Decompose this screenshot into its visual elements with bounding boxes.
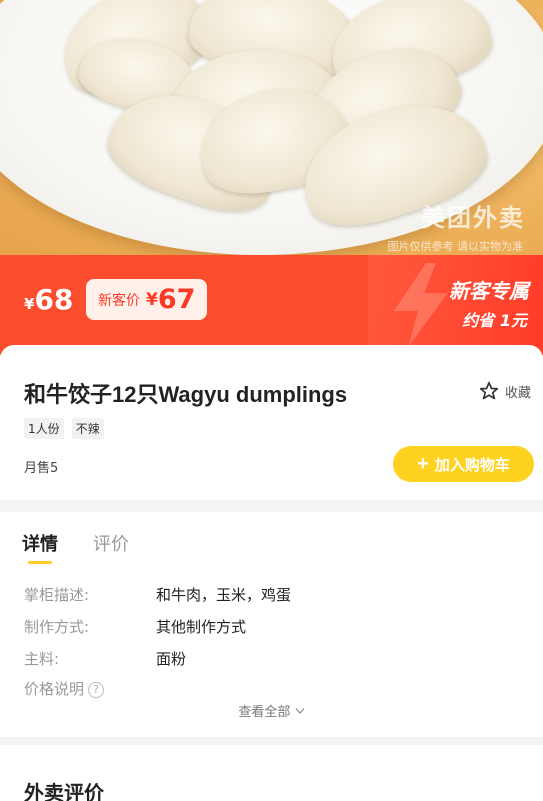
details-section: 详情 评价 掌柜描述: 和牛肉，玉米，鸡蛋 制作方式: 其他制作方式 主料: 面… xyxy=(0,512,543,737)
detail-key: 掌柜描述: xyxy=(24,586,90,604)
favorite-label: 收藏 xyxy=(504,385,531,401)
tab-details[interactable]: 详情 xyxy=(22,530,58,556)
detail-value: 其他制作方式 xyxy=(156,618,247,636)
meituan-watermark: 美团外卖 xyxy=(421,204,525,232)
detail-key: 价格说明? xyxy=(24,678,105,699)
monthly-sales: 月售5 xyxy=(24,461,59,476)
detail-row-description: 掌柜描述: 和牛肉，玉米，鸡蛋 xyxy=(24,584,291,605)
chevron-down-icon xyxy=(295,708,305,714)
tag-spiciness: 不辣 xyxy=(71,418,104,439)
tag-portion: 1人份 xyxy=(24,418,64,439)
product-info-card: 和牛饺子12只Wagyu dumplings 收藏 1人份 不辣 月售5 + 加… xyxy=(0,345,543,500)
new-customer-price-badge: 新客价 ¥67 xyxy=(86,279,208,320)
original-price-value: 68 xyxy=(34,283,74,316)
product-photo[interactable]: 美团外卖 图片仅供参考 请以实物为准 xyxy=(0,0,543,262)
detail-row-price-note[interactable]: 价格说明? xyxy=(24,678,105,699)
see-all-label: 查看全部 xyxy=(238,705,291,720)
detail-key: 主料: xyxy=(24,650,60,668)
reviews-section: 外卖评价 xyxy=(0,745,543,801)
product-tags: 1人份 不辣 xyxy=(24,418,104,439)
plus-icon: + xyxy=(417,453,429,475)
detail-value: 面粉 xyxy=(156,650,187,668)
detail-key: 制作方式: xyxy=(24,618,90,636)
promo-title: 新客专属 xyxy=(449,279,529,303)
new-customer-promo: 新客专属 约省 1元 xyxy=(368,255,543,355)
detail-row-cooking-method: 制作方式: 其他制作方式 xyxy=(24,616,246,637)
active-tab-indicator xyxy=(28,561,52,564)
star-icon xyxy=(479,381,499,400)
new-customer-price-label: 新客价 xyxy=(98,292,140,309)
favorite-button[interactable]: 收藏 xyxy=(479,381,531,401)
new-customer-price-value: 67 xyxy=(157,284,196,315)
original-price: ¥68 xyxy=(24,283,73,316)
currency-symbol: ¥ xyxy=(146,289,158,310)
price-note-label: 价格说明 xyxy=(24,680,85,698)
price-banner: ¥68 新客价 ¥67 新客专属 约省 1元 xyxy=(0,255,543,355)
photo-disclaimer: 图片仅供参考 请以实物为准 xyxy=(387,240,524,253)
add-to-cart-label: 加入购物车 xyxy=(434,456,510,474)
see-all-link[interactable]: 查看全部 xyxy=(0,701,543,720)
detail-value: 和牛肉，玉米，鸡蛋 xyxy=(156,586,292,604)
promo-savings: 约省 1元 xyxy=(462,311,527,330)
tab-reviews[interactable]: 评价 xyxy=(93,530,129,556)
product-title: 和牛饺子12只Wagyu dumplings xyxy=(24,382,348,407)
lightning-icon xyxy=(394,263,448,347)
reviews-title: 外卖评价 xyxy=(24,781,104,801)
help-icon[interactable]: ? xyxy=(88,682,105,698)
detail-row-main-ingredient: 主料: 面粉 xyxy=(24,648,186,669)
currency-symbol: ¥ xyxy=(24,295,35,313)
add-to-cart-button[interactable]: + 加入购物车 xyxy=(393,446,534,482)
